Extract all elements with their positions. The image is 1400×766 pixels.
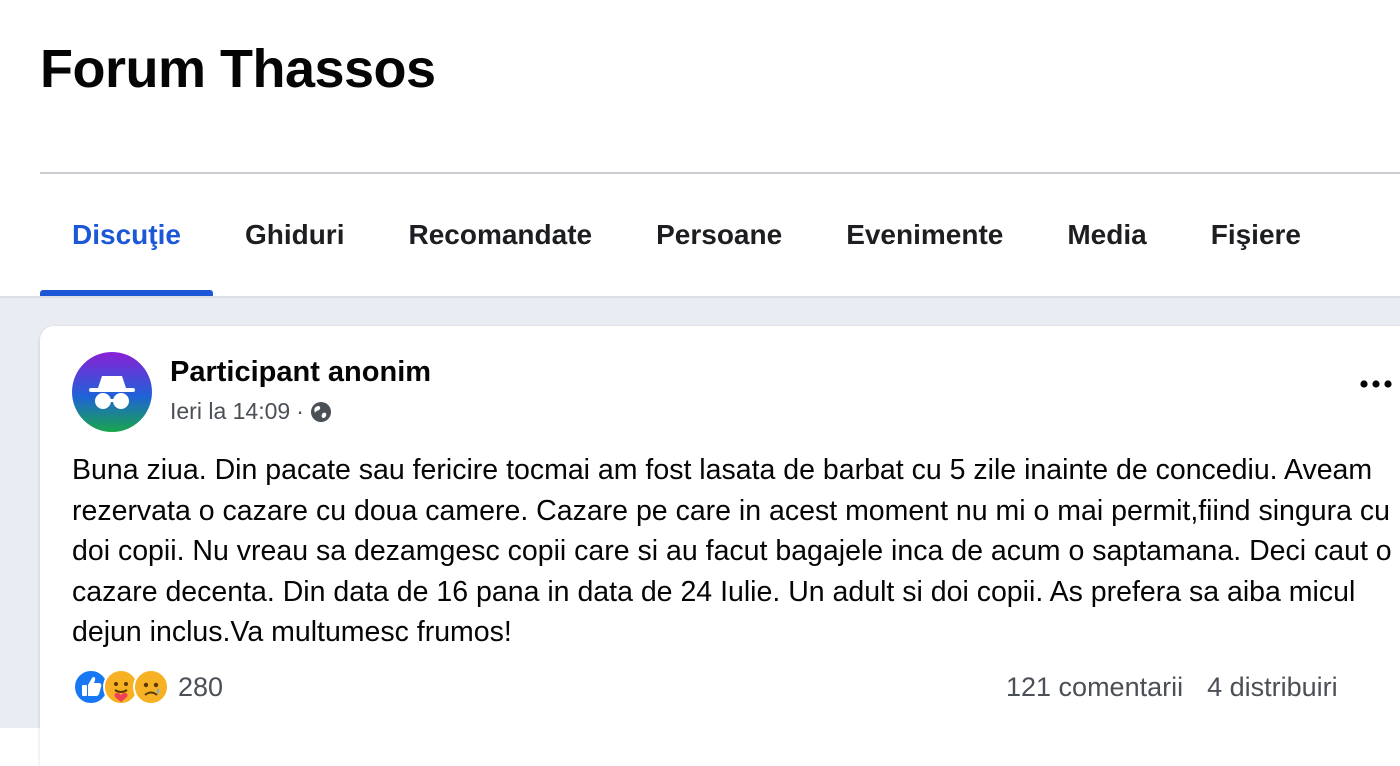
tab-ghiduri[interactable]: Ghiduri xyxy=(213,174,377,296)
tab-recomandate[interactable]: Recomandate xyxy=(376,174,624,296)
anonymous-icon xyxy=(89,376,135,409)
post-card: Participant anonim Ieri la 14:09 · Buna … xyxy=(40,326,1400,766)
post-body: Buna ziua. Din pacate sau fericire tocma… xyxy=(72,454,1392,648)
more-icon xyxy=(1360,380,1392,388)
tab-evenimente[interactable]: Evenimente xyxy=(814,174,1035,296)
tab-persoane[interactable]: Persoane xyxy=(624,174,814,296)
tab-fisiere[interactable]: Fişiere xyxy=(1179,174,1333,296)
reactions-summary[interactable]: 280 xyxy=(72,668,223,706)
tab-discutie[interactable]: Discuţie xyxy=(40,174,213,296)
reactions-count[interactable]: 280 xyxy=(178,672,223,703)
post-author[interactable]: Participant anonim xyxy=(170,356,431,389)
meta-separator: · xyxy=(296,398,304,424)
post-stats: 121 comentarii 4 distribuiri xyxy=(1006,672,1338,703)
group-tabs: Discuţie Ghiduri Recomandate Persoane Ev… xyxy=(40,174,1333,296)
group-title[interactable]: Forum Thassos xyxy=(40,38,436,100)
group-header: Forum Thassos Discuţie Ghiduri Recomanda… xyxy=(0,0,1400,296)
shares-count[interactable]: 4 distribuiri xyxy=(1207,672,1338,703)
avatar[interactable] xyxy=(72,352,152,432)
post-options-button[interactable] xyxy=(1352,364,1400,404)
post-timestamp[interactable]: Ieri la 14:09 xyxy=(170,398,290,425)
sad-icon xyxy=(133,669,169,705)
feed: Participant anonim Ieri la 14:09 · Buna … xyxy=(0,296,1400,766)
comments-count[interactable]: 121 comentarii xyxy=(1006,672,1183,703)
post-meta: Ieri la 14:09 · xyxy=(170,398,332,425)
globe-icon xyxy=(310,401,331,422)
tab-media[interactable]: Media xyxy=(1035,174,1178,296)
